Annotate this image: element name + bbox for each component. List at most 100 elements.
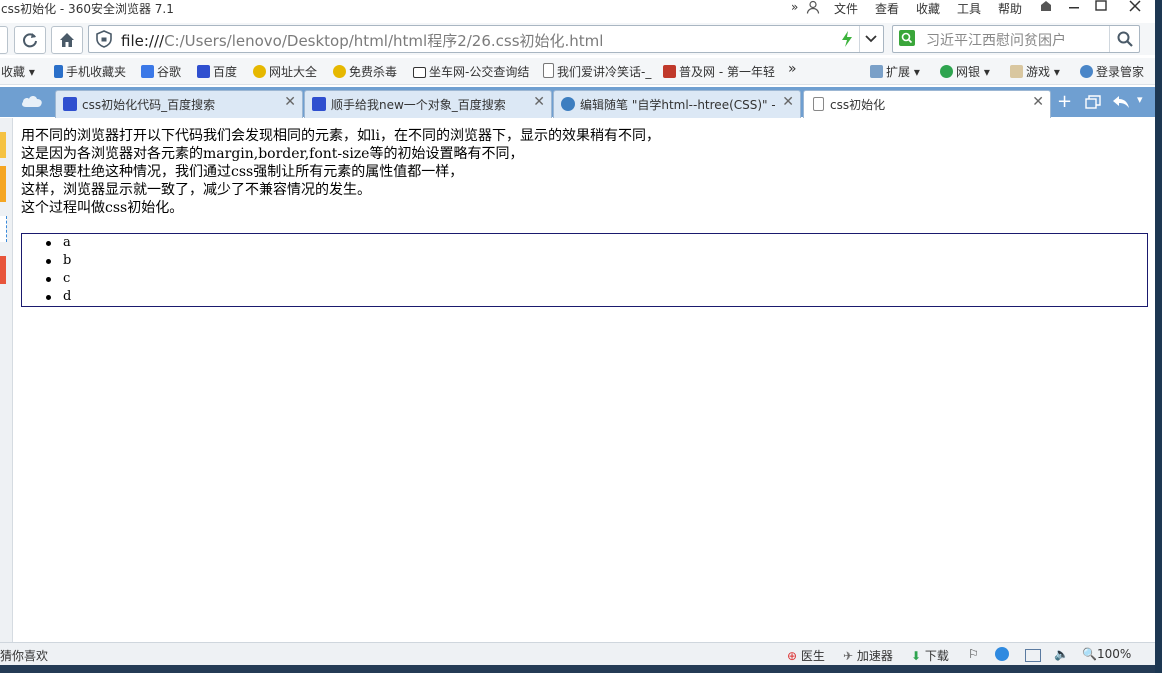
tab-strip: css初始化代码_百度搜索 ✕ 顺手给我new一个对象_百度搜索 ✕ 编辑随笔 … [0, 87, 1162, 118]
search-icon [1117, 31, 1133, 47]
menu-favorites[interactable]: 收藏 [916, 0, 940, 17]
baidu-paw-icon [63, 97, 77, 111]
360-icon [333, 65, 346, 78]
list-item: d [22, 288, 1147, 306]
ie-icon[interactable] [995, 647, 1009, 661]
chevron-down-icon [865, 35, 877, 43]
window-title: css初始化 - 360安全浏览器 7.1 [1, 2, 174, 16]
address-bar[interactable]: file:///C:/Users/lenovo/Desktop/html/htm… [88, 25, 884, 53]
tab-menu-icon[interactable]: ▾ [1137, 93, 1143, 106]
home-button[interactable] [51, 26, 83, 54]
os-taskbar [0, 665, 1162, 673]
left-sidebar [0, 118, 13, 642]
zoom-control[interactable]: 🔍100% [1082, 647, 1131, 661]
games-button[interactable]: 游戏 ▾ [1010, 63, 1060, 80]
tab-edit-post[interactable]: 编辑随笔 "自学html--htree(CSS)" - 1 ✕ [553, 90, 801, 118]
close-tab-icon[interactable]: ✕ [533, 94, 545, 110]
sidebar-favorites-icon[interactable] [0, 132, 6, 158]
close-tab-icon[interactable]: ✕ [1032, 94, 1044, 110]
bookmark-cold-jokes[interactable]: 我们爱讲冷笑话-_ [543, 63, 651, 80]
bullet-icon [46, 241, 51, 246]
bookmark-url-directory[interactable]: 网址大全 [253, 63, 317, 80]
phone-icon [54, 65, 63, 78]
list-box: a b c d [21, 233, 1148, 307]
bookmark-mobile-favorites[interactable]: 手机收藏夹 [54, 63, 126, 80]
menu-tools[interactable]: 工具 [957, 0, 981, 17]
bookmark-puji[interactable]: 普及网 - 第一年轻 [663, 63, 775, 80]
bookmark-bus-query[interactable]: 坐车网-公交查询结 [413, 63, 529, 80]
paragraph-line: 这样，浏览器显示就一致了，减少了不兼容情况的发生。 [21, 182, 371, 198]
desktop-edge [1155, 0, 1162, 673]
tab-css-init[interactable]: css初始化 ✕ [803, 90, 1051, 118]
restore-tabs-icon[interactable] [1085, 95, 1101, 112]
360-icon [253, 65, 266, 78]
recommendation-link[interactable]: 猜你喜欢 [0, 647, 48, 664]
paragraph-line: 用不同的浏览器打开以下代码我们会发现相同的元素，如li，在不同的浏览器下，显示的… [21, 128, 660, 144]
login-manager-button[interactable]: 登录管家 [1080, 63, 1144, 80]
tab-css-init-code-search[interactable]: css初始化代码_百度搜索 ✕ [55, 90, 303, 118]
flag-icon[interactable]: ⚐ [968, 647, 979, 661]
close-tab-icon[interactable]: ✕ [284, 94, 296, 110]
user-icon[interactable] [806, 0, 820, 17]
key-icon [1080, 65, 1093, 78]
list-item: a [22, 234, 1147, 252]
page-content: 用不同的浏览器打开以下代码我们会发现相同的元素，如li，在不同的浏览器下，显示的… [21, 127, 1148, 217]
bullet-icon [46, 259, 51, 264]
online-banking-button[interactable]: 网银 ▾ [940, 63, 990, 80]
speed-mode-icon[interactable] [840, 30, 854, 51]
search-input[interactable]: 习近平江西慰问贫困户 [926, 30, 1066, 50]
skin-icon[interactable] [1035, 0, 1057, 14]
bookmark-baidu[interactable]: 百度 [197, 63, 237, 80]
site-icon [663, 65, 676, 78]
menu-help[interactable]: 帮助 [998, 0, 1022, 17]
paragraph-line: 如果想要杜绝这种情况，我们通过css强制让所有元素的属性值都一样， [21, 164, 464, 180]
maximize-button[interactable] [1090, 0, 1112, 14]
list-item: b [22, 252, 1147, 270]
home-icon [60, 33, 74, 47]
security-shield-icon[interactable] [95, 30, 113, 51]
tab-label: css初始化 [830, 98, 886, 112]
search-box[interactable]: 习近平江西慰问贫困户 [892, 25, 1140, 53]
back-button[interactable] [0, 26, 8, 54]
close-window-button[interactable] [1124, 0, 1146, 14]
url-text[interactable]: file:///C:/Users/lenovo/Desktop/html/htm… [121, 30, 603, 51]
status-bar: 猜你喜欢 ⊕ 医生 ✈ 加速器 ⬇ 下载 ⚐ 🔈 🔍100% [0, 642, 1162, 666]
minimize-button[interactable] [1063, 0, 1085, 14]
search-engine-icon[interactable] [899, 30, 915, 46]
sidebar-weibo-icon[interactable] [0, 256, 6, 284]
title-bar: css初始化 - 360安全浏览器 7.1 » 文件 查看 收藏 工具 帮助 [0, 0, 1162, 16]
menu-view[interactable]: 查看 [875, 0, 899, 17]
sidebar-app-icon[interactable] [0, 166, 6, 202]
google-icon [141, 65, 154, 78]
bookmark-google[interactable]: 谷歌 [141, 63, 181, 80]
cnblogs-icon [561, 97, 575, 111]
refresh-button[interactable] [14, 26, 46, 54]
bookmark-favorites[interactable]: 收藏 ▾ [1, 63, 35, 80]
extension-icon [870, 65, 883, 78]
doctor-button[interactable]: ⊕ 医生 [787, 647, 825, 664]
cloud-icon[interactable] [20, 93, 44, 112]
undo-close-icon[interactable] [1112, 95, 1130, 112]
download-button[interactable]: ⬇ 下载 [911, 647, 949, 664]
new-tab-icon[interactable]: + [1057, 91, 1072, 112]
window-icon[interactable] [1025, 649, 1041, 662]
volume-icon[interactable]: 🔈 [1054, 647, 1069, 661]
tab-label: 编辑随笔 "自学html--htree(CSS)" - 1 [580, 98, 775, 112]
sidebar-note-icon[interactable] [0, 216, 7, 242]
address-dropdown-button[interactable] [859, 26, 882, 52]
tab-new-object-search[interactable]: 顺手给我new一个对象_百度搜索 ✕ [304, 90, 552, 118]
bullet-icon [46, 277, 51, 282]
bullet-icon [46, 295, 51, 300]
tab-label: css初始化代码_百度搜索 [82, 98, 216, 112]
paragraph-line: 这是因为各浏览器对各元素的margin,border,font-size等的初始… [21, 146, 524, 162]
page-icon [543, 63, 554, 78]
more-menu-icon[interactable]: » [791, 0, 798, 14]
bookmarks-more-button[interactable]: » [788, 61, 797, 77]
bookmark-free-antivirus[interactable]: 免费杀毒 [333, 63, 397, 80]
menu-file[interactable]: 文件 [834, 0, 858, 17]
search-button[interactable] [1109, 26, 1140, 52]
bookmarks-bar: 收藏 ▾ 手机收藏夹 谷歌 百度 网址大全 免费杀毒 坐车网-公交查询结 我们爱… [0, 58, 1162, 85]
extensions-button[interactable]: 扩展 ▾ [870, 63, 920, 80]
accelerator-button[interactable]: ✈ 加速器 [843, 647, 893, 664]
close-tab-icon[interactable]: ✕ [782, 94, 794, 110]
